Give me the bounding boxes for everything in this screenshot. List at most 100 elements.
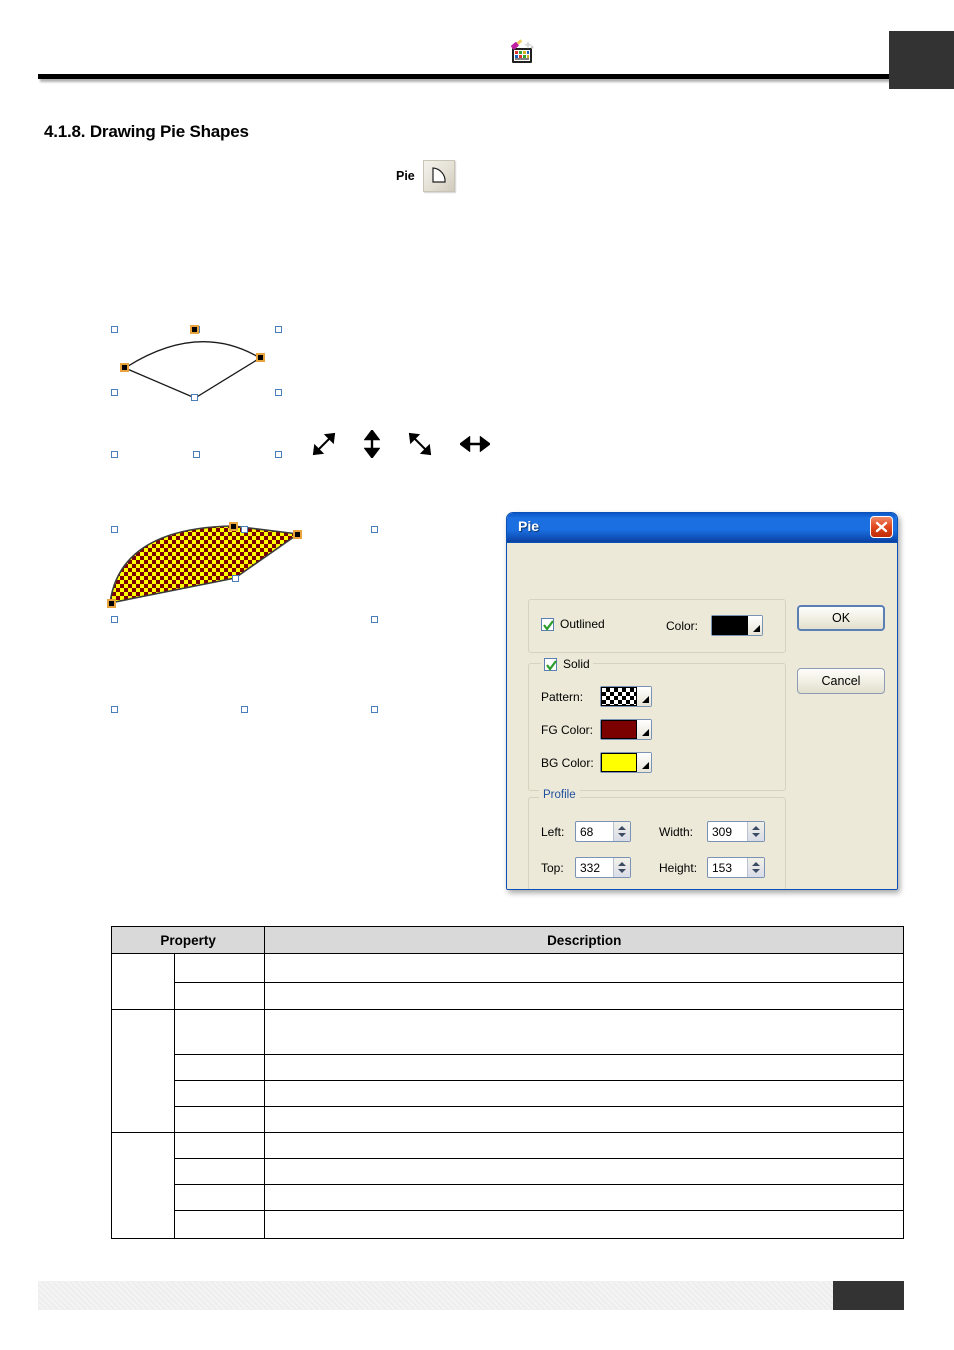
selection-handle[interactable] (241, 706, 248, 713)
table-cell-desc (264, 953, 904, 983)
selection-handle[interactable] (371, 526, 378, 533)
outline-color-preview (712, 616, 748, 635)
table-cell-sub (173, 1158, 266, 1185)
table-cell-desc (264, 1009, 904, 1055)
table-cell-sub (173, 1210, 266, 1239)
top-spinner-buttons[interactable] (613, 858, 630, 877)
pie-shape-tool-icon[interactable] (422, 160, 455, 192)
outlined-checkbox[interactable]: Outlined (541, 617, 605, 631)
shape-control-point[interactable] (120, 363, 129, 372)
pattern-swatch[interactable] (600, 686, 652, 707)
header-rule (38, 74, 900, 79)
bg-color-swatch[interactable] (600, 752, 652, 773)
checkmark-icon (544, 657, 557, 671)
table-row (112, 1054, 904, 1081)
height-stepper[interactable] (707, 857, 765, 878)
top-stepper[interactable] (575, 857, 631, 878)
width-stepper[interactable] (707, 821, 765, 842)
solid-checkbox[interactable]: Solid (541, 657, 593, 671)
selection-handle[interactable] (111, 451, 118, 458)
selection-handle[interactable] (111, 706, 118, 713)
bg-color-label: BG Color: (541, 756, 594, 770)
selection-handle[interactable] (275, 326, 282, 333)
pie-properties-dialog: Pie Outlined Color: Solid Pattern: FG Co… (506, 512, 898, 890)
table-cell-group (111, 1132, 175, 1239)
selection-handle[interactable] (275, 389, 282, 396)
selection-handle[interactable] (241, 526, 248, 533)
table-row (112, 1158, 904, 1185)
width-input[interactable] (708, 824, 747, 839)
selection-handle[interactable] (371, 616, 378, 623)
selection-handle[interactable] (111, 326, 118, 333)
table-cell-desc (264, 1080, 904, 1107)
table-cell-desc (264, 1210, 904, 1239)
close-icon[interactable] (870, 516, 893, 538)
selection-handle[interactable] (232, 575, 239, 582)
height-spinner-buttons[interactable] (747, 858, 764, 877)
table-row (111, 1009, 904, 1133)
table-row (112, 1080, 904, 1107)
table-cell-sub (173, 1184, 266, 1211)
chevron-down-icon (748, 616, 762, 635)
dialog-body: Outlined Color: Solid Pattern: FG Color: (507, 543, 897, 889)
fg-color-preview (601, 720, 637, 739)
left-label: Left: (541, 825, 565, 839)
top-input[interactable] (576, 860, 613, 875)
shape-control-point[interactable] (190, 325, 199, 334)
pattern-label: Pattern: (541, 690, 584, 704)
resize-vertical-cursor (364, 430, 380, 458)
outline-color-label: Color: (666, 619, 699, 633)
selection-handle[interactable] (111, 526, 118, 533)
ok-button[interactable]: OK (797, 605, 885, 631)
table-row (112, 1184, 904, 1211)
table-row (111, 1132, 904, 1239)
left-stepper[interactable] (575, 821, 631, 842)
selection-handle[interactable] (275, 451, 282, 458)
table-row (111, 953, 904, 1010)
table-cell-desc (264, 982, 904, 1010)
table-row (112, 1210, 904, 1239)
left-spinner-buttons[interactable] (613, 822, 630, 841)
table-cell-desc (264, 1158, 904, 1185)
dialog-title: Pie (518, 518, 540, 534)
table-cell-desc (264, 1054, 904, 1081)
table-cell-sub (173, 1054, 266, 1081)
outlined-checkbox-label: Outlined (560, 617, 605, 631)
table-cell-sub (173, 1106, 266, 1133)
table-cell-group (111, 953, 175, 1010)
resize-diagonal-nw-se-cursor (408, 432, 432, 456)
selection-handle[interactable] (193, 451, 200, 458)
outline-color-swatch[interactable] (711, 615, 763, 636)
fg-color-swatch[interactable] (600, 719, 652, 740)
table-header-property: Property (110, 926, 266, 954)
shape-control-point[interactable] (229, 522, 238, 531)
dialog-titlebar: Pie (507, 513, 897, 543)
table-cell-sub (173, 1080, 266, 1107)
bg-color-preview (601, 753, 637, 772)
selection-handle[interactable] (111, 389, 118, 396)
table-row (112, 982, 904, 1010)
pattern-preview (601, 687, 637, 706)
table-cell-desc (264, 1106, 904, 1133)
shape-control-point[interactable] (293, 530, 302, 539)
cancel-button[interactable]: Cancel (797, 668, 885, 694)
selection-handle[interactable] (191, 394, 198, 401)
height-input[interactable] (708, 860, 747, 875)
profile-legend: Profile (539, 789, 580, 801)
checkmark-icon (541, 617, 554, 631)
cursor-arrow-row (312, 430, 490, 458)
footer-bar (38, 1281, 900, 1310)
table-cell-sub (173, 1132, 266, 1159)
paint-palette-icon (508, 38, 536, 66)
left-input[interactable] (576, 824, 613, 839)
selection-handle[interactable] (371, 706, 378, 713)
shape-control-point[interactable] (256, 353, 265, 362)
page-title: 4.1.8. Drawing Pie Shapes (44, 122, 249, 141)
width-spinner-buttons[interactable] (747, 822, 764, 841)
table-cell-sub (173, 953, 266, 983)
top-label: Top: (541, 861, 564, 875)
shape-control-point[interactable] (107, 599, 116, 608)
table-cell-sub (173, 1009, 266, 1055)
selection-handle[interactable] (111, 616, 118, 623)
table-cell-sub (173, 982, 266, 1010)
